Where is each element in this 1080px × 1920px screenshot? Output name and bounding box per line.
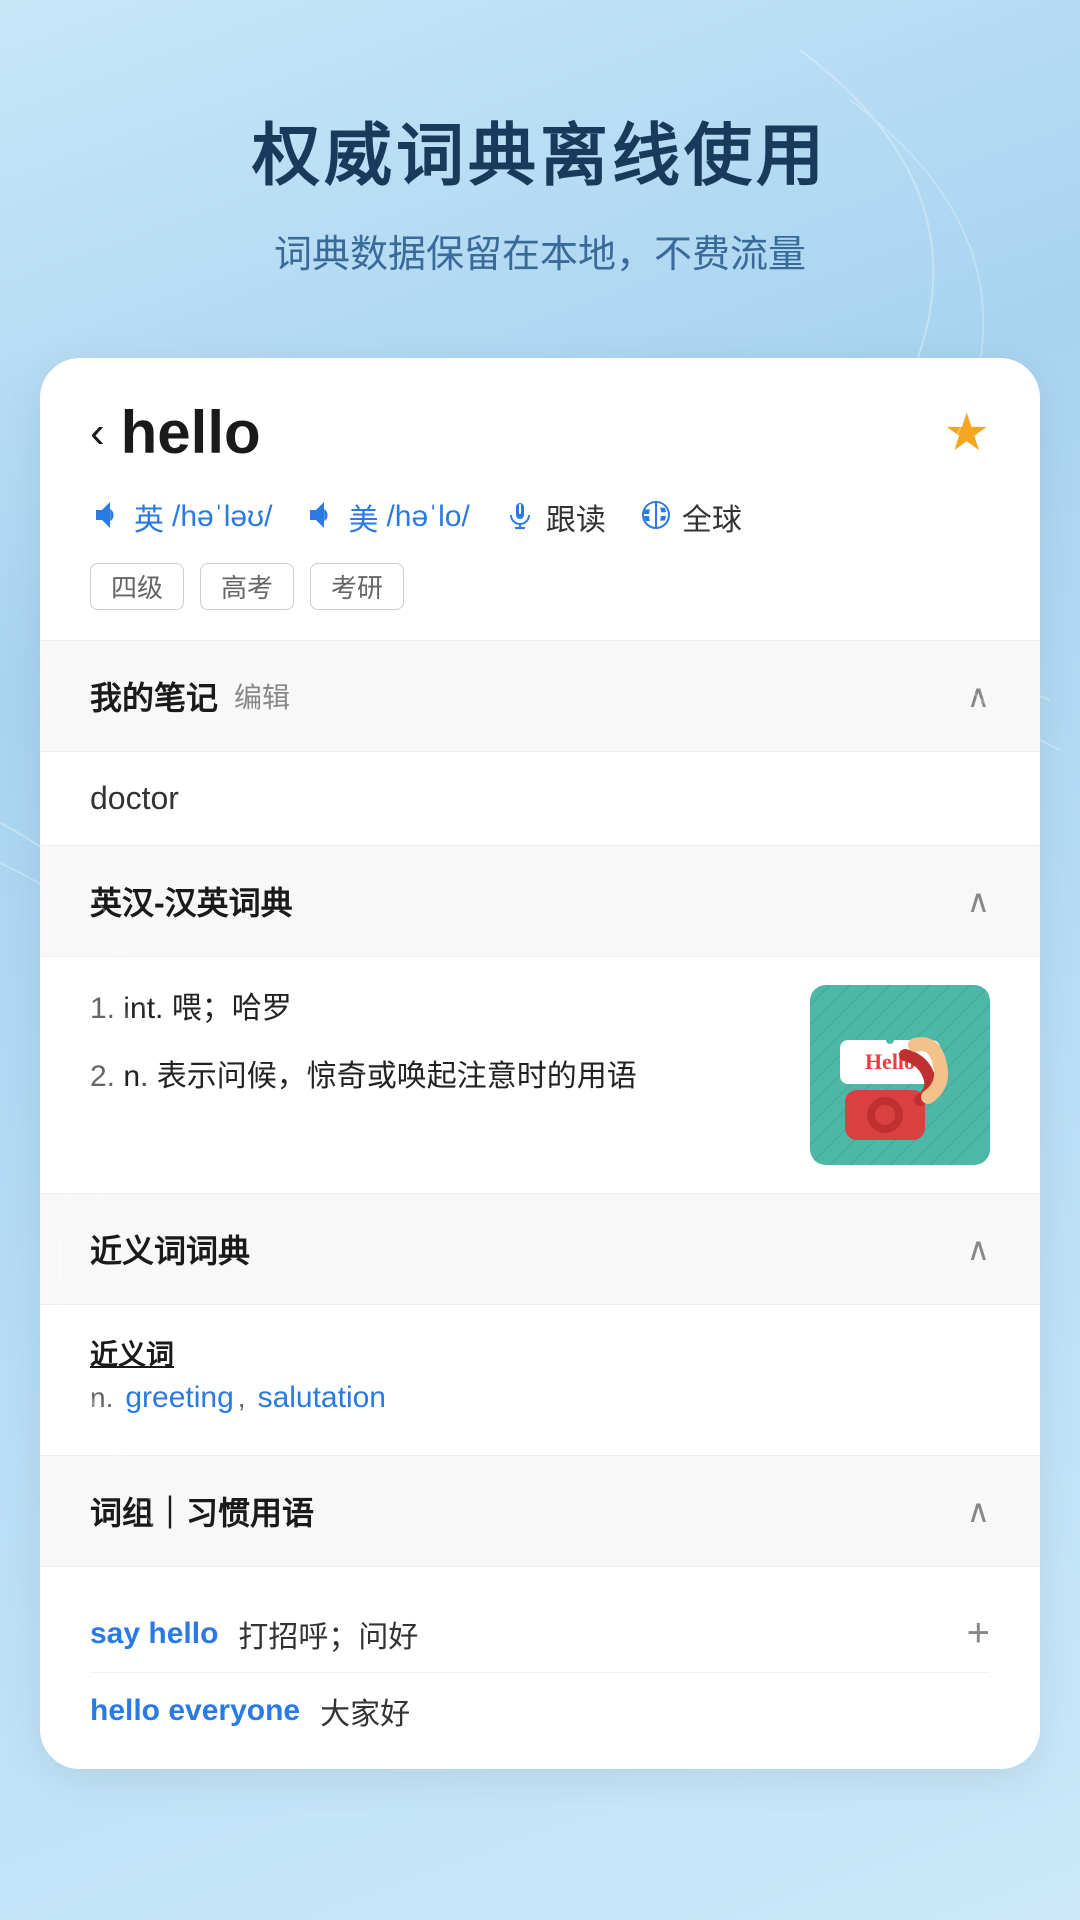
- definitions-content: 1. int. 喂；哈罗 2. n. 表示问候，惊奇或唤起注意时的用语: [40, 957, 1040, 1193]
- phrase-chevron-icon: ∧: [967, 1492, 990, 1530]
- tag-kaoyan: 考研: [310, 563, 404, 610]
- notes-content: doctor: [40, 752, 1040, 845]
- british-region: 英: [134, 495, 164, 539]
- dict-chevron-icon: ∧: [967, 882, 990, 920]
- add-phrase-1-icon[interactable]: +: [967, 1611, 990, 1656]
- synonym-word-greeting[interactable]: greeting: [125, 1381, 233, 1415]
- phrase-section-header[interactable]: 词组｜习惯用语 ∧: [40, 1456, 1040, 1566]
- word-text: hello: [121, 398, 261, 467]
- mic-icon: [502, 497, 538, 538]
- speaker-uk-icon: [90, 497, 126, 538]
- synonym-words-row: n. greeting , salutation: [90, 1381, 990, 1415]
- back-button[interactable]: ‹: [90, 408, 105, 458]
- global-icon: [638, 497, 674, 538]
- notes-chevron-icon: ∧: [967, 677, 990, 715]
- synonym-pos: n.: [90, 1382, 113, 1414]
- phrase-item-1: say hello 打招呼；问好 +: [90, 1595, 990, 1672]
- phrase-content: say hello 打招呼；问好 + hello everyone 大家好: [40, 1567, 1040, 1769]
- synonym-chevron-icon: ∧: [967, 1230, 990, 1268]
- phrase-en-1[interactable]: say hello: [90, 1617, 218, 1651]
- notes-title: 我的笔记: [90, 673, 218, 719]
- dict-section-header[interactable]: 英汉-汉英词典 ∧: [40, 846, 1040, 956]
- dictionary-card: ‹ hello ★ 英 /həˈləʊ/: [40, 358, 1040, 1769]
- follow-read-label: 跟读: [546, 495, 606, 539]
- main-title: 权威词典离线使用: [40, 100, 1040, 199]
- synonym-word-salutation[interactable]: salutation: [258, 1381, 386, 1415]
- definition-list: 1. int. 喂；哈罗 2. n. 表示问候，惊奇或唤起注意时的用语: [90, 985, 790, 1121]
- definition-1: 1. int. 喂；哈罗: [90, 985, 790, 1033]
- synonym-section-header[interactable]: 近义词词典 ∧: [40, 1194, 1040, 1304]
- synonym-title: 近义词词典: [90, 1226, 250, 1272]
- definition-2: 2. n. 表示问候，惊奇或唤起注意时的用语: [90, 1053, 790, 1101]
- pronunciation-row: 英 /həˈləʊ/ 美 /həˈlo/: [90, 495, 990, 539]
- dict-title: 英汉-汉英词典: [90, 878, 293, 924]
- phrase-zh-1: 打招呼；问好: [238, 1612, 418, 1656]
- global-label: 全球: [682, 495, 742, 539]
- phrase-title: 词组｜习惯用语: [90, 1488, 314, 1534]
- british-phonetic: /həˈləʊ/: [172, 500, 272, 534]
- def-text-1: 1. int. 喂；哈罗: [90, 992, 292, 1025]
- sub-title: 词典数据保留在本地，不费流量: [40, 223, 1040, 278]
- def-number-1: 1.: [90, 992, 123, 1025]
- american-phonetic: /həˈlo/: [386, 500, 469, 534]
- exam-tags: 四级 高考 考研: [90, 563, 990, 610]
- american-region: 美: [348, 495, 378, 539]
- british-pron-button[interactable]: 英 /həˈləʊ/: [90, 495, 272, 539]
- phrase-item-2: hello everyone 大家好: [90, 1673, 990, 1749]
- synonym-content: 近义词 n. greeting , salutation: [40, 1305, 1040, 1455]
- notes-edit-button[interactable]: 编辑: [234, 676, 290, 716]
- speaker-us-icon: [304, 497, 340, 538]
- synonym-heading: 近义词: [90, 1333, 990, 1373]
- tag-gaokao: 高考: [200, 563, 294, 610]
- hello-illustration: Hello: [810, 985, 990, 1165]
- phrase-en-2[interactable]: hello everyone: [90, 1694, 300, 1728]
- top-section: 权威词典离线使用 词典数据保留在本地，不费流量: [0, 0, 1080, 338]
- note-text: doctor: [90, 780, 179, 816]
- favorite-star-icon[interactable]: ★: [943, 403, 990, 463]
- word-header: ‹ hello ★ 英 /həˈləʊ/: [40, 358, 1040, 640]
- def-text-2: 2. n. 表示问候，惊奇或唤起注意时的用语: [90, 1060, 637, 1093]
- tag-cet4: 四级: [90, 563, 184, 610]
- def-number-2: 2.: [90, 1060, 123, 1093]
- phrase-zh-2: 大家好: [320, 1689, 410, 1733]
- follow-read-button[interactable]: 跟读: [502, 495, 606, 539]
- global-button[interactable]: 全球: [638, 495, 742, 539]
- american-pron-button[interactable]: 美 /həˈlo/: [304, 495, 469, 539]
- notes-section-header[interactable]: 我的笔记 编辑 ∧: [40, 641, 1040, 751]
